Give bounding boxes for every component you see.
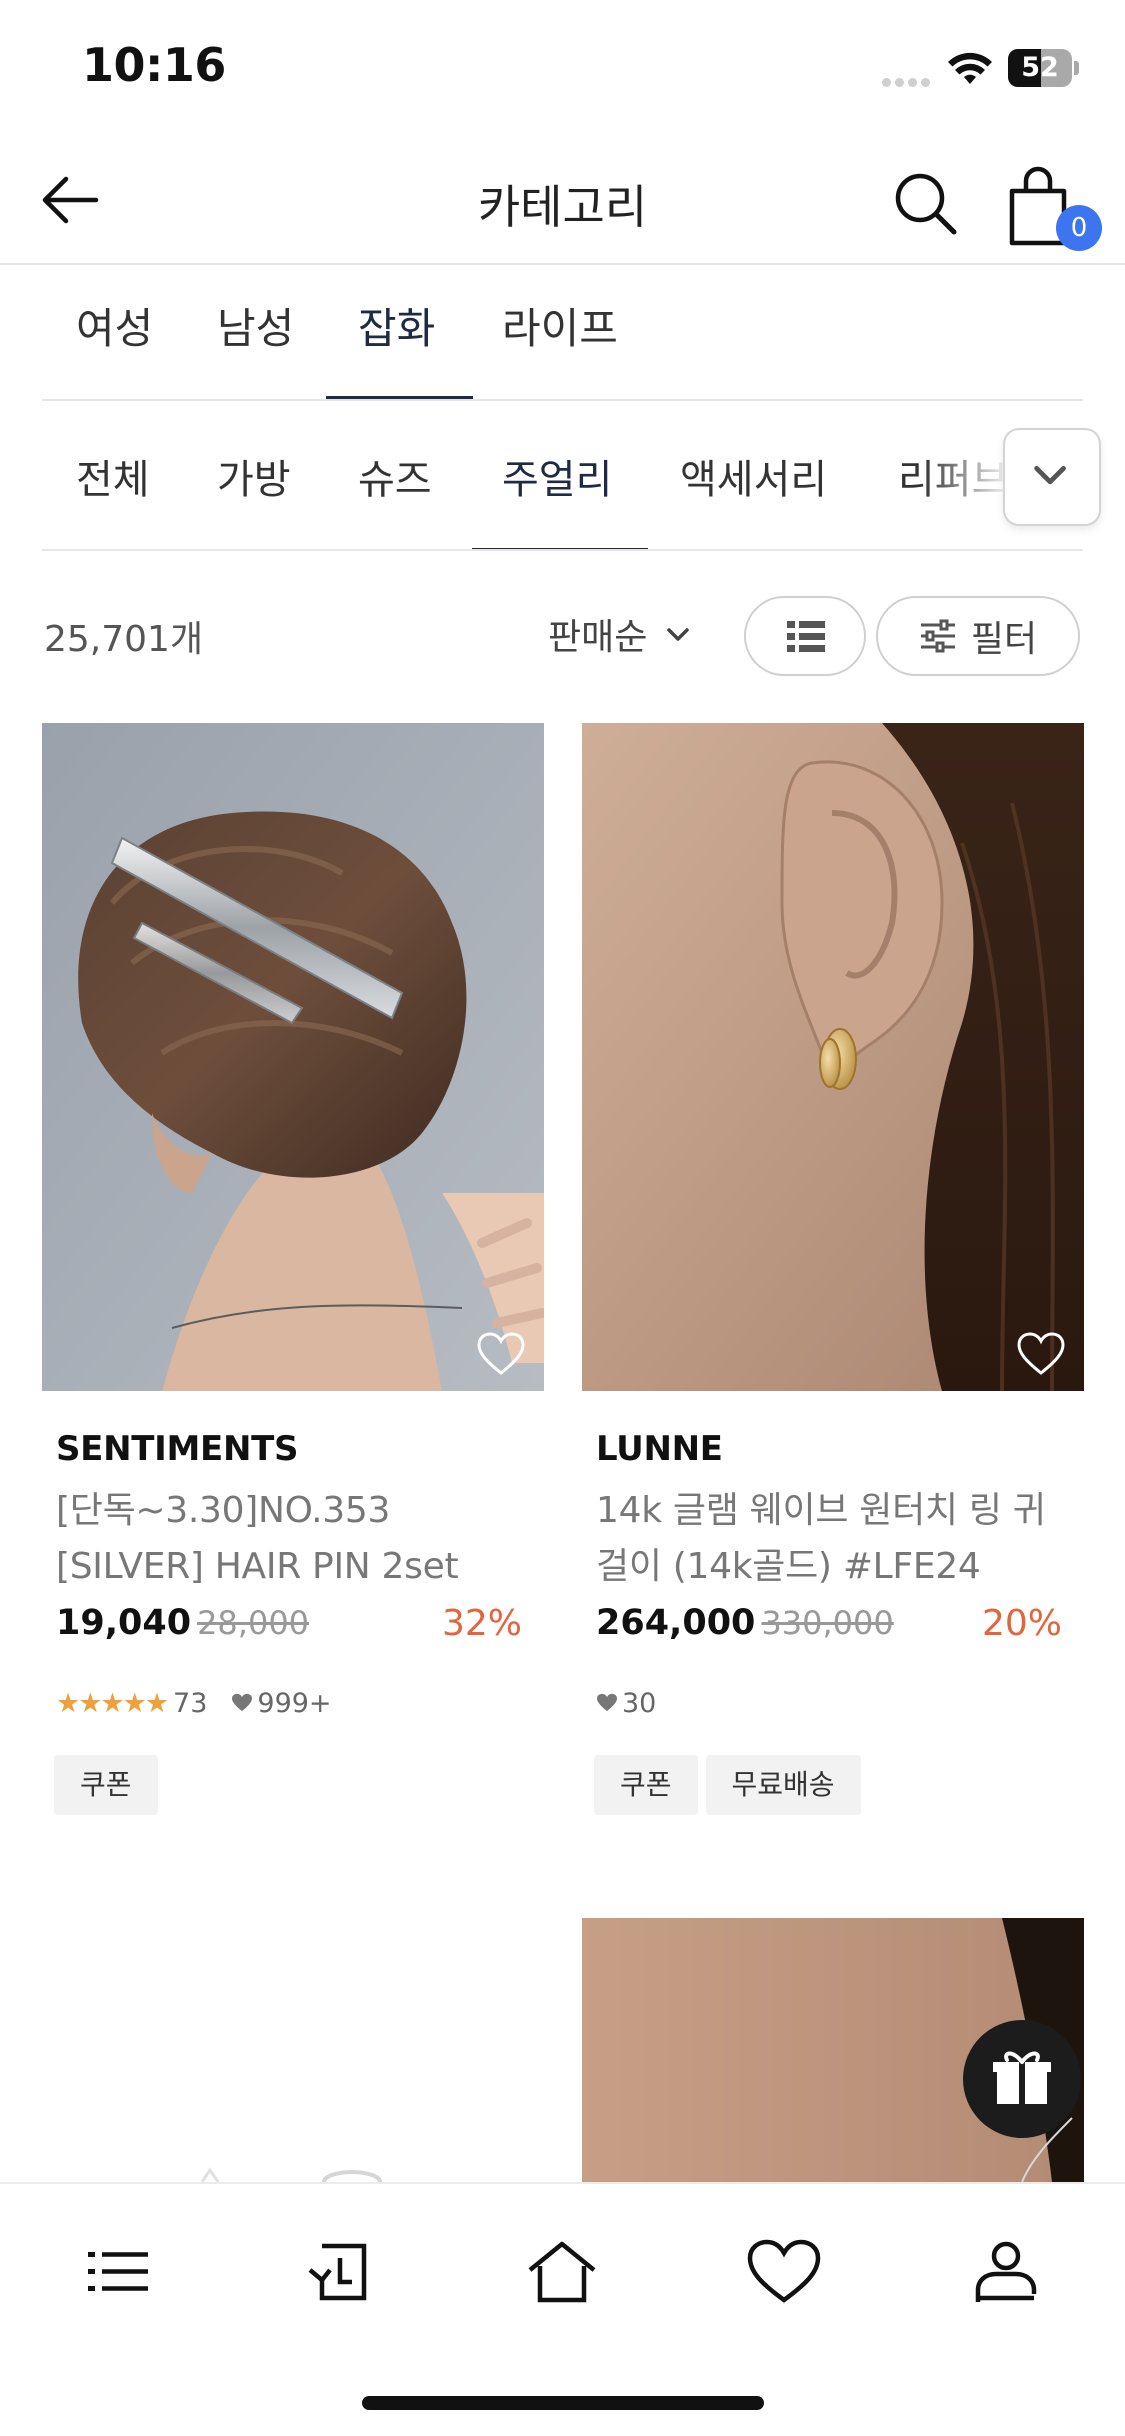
sale-price: 19,040: [56, 1603, 192, 1643]
product-image[interactable]: [42, 1918, 544, 2182]
coupon-tag: 쿠폰: [54, 1755, 158, 1815]
primary-category-tabs: 여성 남성 잡화 라이프: [42, 265, 1083, 401]
tab-accessories-goods[interactable]: 잡화: [326, 295, 474, 399]
view-mode-toggle[interactable]: [744, 596, 866, 676]
like-count: 999+: [257, 1687, 332, 1719]
tab-label: 잡화: [358, 304, 436, 353]
chevron-down-icon: [667, 628, 690, 641]
status-time: 10:16: [82, 38, 226, 92]
cellular-signal-icon: [882, 72, 934, 87]
earring-photo: [582, 723, 1084, 1391]
subtab-bags[interactable]: 가방: [217, 447, 291, 549]
recent-icon[interactable]: [300, 2232, 380, 2312]
menu-icon[interactable]: [78, 2232, 158, 2312]
subtab-all[interactable]: 전체: [76, 447, 150, 549]
product-name[interactable]: [단독~3.30]NO.353 [SILVER] HAIR PIN 2set X…: [56, 1483, 526, 1595]
product-name[interactable]: 14k 글램 웨이브 원터치 링 귀걸이 (14k골드) #LFE24: [596, 1483, 1066, 1595]
subtab-shoes[interactable]: 슈즈: [358, 447, 432, 549]
gift-icon: [993, 2051, 1051, 2104]
product-brand: SENTIMENTS: [56, 1429, 299, 1469]
cart-button[interactable]: 0: [1000, 159, 1102, 251]
tab-life[interactable]: 라이프: [502, 295, 618, 399]
battery-level: 52: [1021, 52, 1059, 83]
original-price: 28,000: [197, 1604, 310, 1642]
cart-count-badge: 0: [1056, 205, 1102, 251]
subtab-accessories[interactable]: 액세서리: [680, 447, 827, 549]
free-shipping-tag: 무료배송: [705, 1755, 861, 1815]
price-row: 264,000 330,000 20%: [596, 1603, 1062, 1653]
tag-list: 쿠폰 무료배송: [594, 1755, 861, 1815]
sort-dropdown[interactable]: 판매순: [548, 604, 693, 664]
discount-rate: 20%: [981, 1603, 1062, 1644]
sort-label: 판매순: [548, 617, 648, 658]
home-indicator: [362, 2396, 764, 2410]
top-app-bar: 카테고리 0: [0, 135, 1125, 265]
home-icon[interactable]: [522, 2232, 602, 2312]
filter-label: 필터: [970, 619, 1038, 660]
rating-row: ★★★★★ 73 999+: [56, 1683, 332, 1723]
review-count: 73: [173, 1687, 208, 1719]
active-subtab-indicator: [472, 548, 649, 549]
status-bar: 10:16 52: [0, 0, 1125, 135]
wifi-icon: [948, 52, 992, 84]
product-image[interactable]: [42, 723, 544, 1391]
tab-women[interactable]: 여성: [76, 295, 153, 399]
filter-button[interactable]: 필터: [876, 596, 1080, 676]
product-image[interactable]: [582, 723, 1084, 1391]
active-tab-indicator: [326, 396, 474, 399]
subtab-jewelry[interactable]: 주얼리: [472, 447, 649, 549]
chevron-down-icon: [1034, 465, 1066, 485]
like-count-heart-icon: [232, 1693, 253, 1712]
list-view-icon: [787, 621, 825, 652]
tab-men[interactable]: 남성: [217, 295, 294, 399]
subtab-label: 주얼리: [502, 457, 613, 503]
product-brand: LUNNE: [596, 1429, 723, 1469]
expand-categories-button[interactable]: [1003, 428, 1101, 526]
original-price: 330,000: [761, 1604, 894, 1642]
price-row: 19,040 28,000 32%: [56, 1603, 522, 1653]
rating-row: 30: [596, 1683, 656, 1723]
coupon-tag: 쿠폰: [594, 1755, 698, 1815]
subcategory-tabs: 전체 가방 슈즈 주얼리 액세서리 리퍼브: [42, 401, 1083, 551]
battery-icon: 52: [1008, 49, 1080, 87]
like-count: 30: [622, 1687, 657, 1719]
gift-button[interactable]: [963, 2020, 1081, 2138]
wishlist-heart-icon[interactable]: [476, 1331, 526, 1377]
wishlist-heart-icon[interactable]: [1016, 1331, 1066, 1377]
sale-price: 264,000: [596, 1603, 756, 1643]
filter-sliders-icon: [920, 619, 955, 653]
profile-icon[interactable]: [966, 2232, 1046, 2312]
hair-pin-photo: [42, 723, 544, 1391]
discount-rate: 32%: [441, 1603, 522, 1644]
like-count-heart-icon: [597, 1693, 617, 1712]
search-icon[interactable]: [890, 168, 960, 238]
tag-list: 쿠폰: [54, 1755, 158, 1815]
product-card[interactable]: [42, 1918, 544, 2182]
heart-icon[interactable]: [744, 2232, 824, 2312]
result-count: 25,701개: [44, 619, 204, 660]
star-rating: ★★★★★: [56, 1687, 169, 1719]
